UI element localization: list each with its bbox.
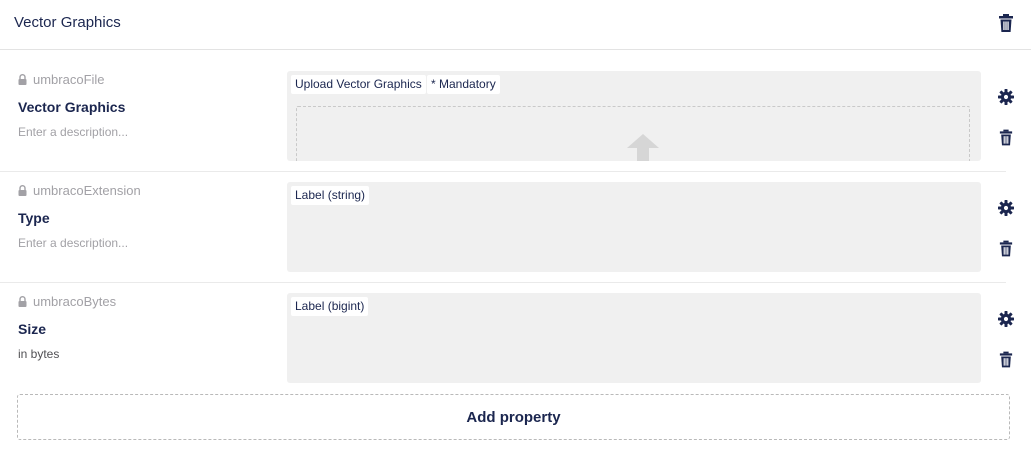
- group-delete-trash-icon[interactable]: [998, 14, 1014, 32]
- editor-label-chip: Upload Vector Graphics: [291, 75, 426, 94]
- lock-icon: [18, 184, 27, 196]
- lock-icon: [18, 295, 27, 307]
- property-row-umbracobytes: umbracoBytes Size in bytes Label (bigint…: [0, 283, 1031, 394]
- add-property-button[interactable]: Add property: [17, 394, 1010, 440]
- property-editor-preview[interactable]: Label (string): [287, 182, 981, 272]
- property-description[interactable]: Enter a description...: [18, 125, 128, 139]
- property-alias: umbracoExtension: [33, 182, 141, 198]
- settings-gear-icon[interactable]: [998, 200, 1014, 216]
- property-editor-preview[interactable]: Upload Vector Graphics * Mandatory: [287, 71, 981, 161]
- group-header: Vector Graphics: [0, 0, 1031, 50]
- property-name[interactable]: Vector Graphics: [18, 99, 125, 115]
- editor-label-chip: Label (string): [291, 186, 370, 205]
- alias-line: umbracoFile: [18, 71, 105, 87]
- property-description[interactable]: Enter a description...: [18, 236, 128, 250]
- alias-line: umbracoExtension: [18, 182, 141, 198]
- settings-gear-icon[interactable]: [998, 311, 1014, 327]
- settings-gear-icon[interactable]: [998, 89, 1014, 105]
- upload-arrow-icon: [627, 134, 659, 161]
- property-name[interactable]: Type: [18, 210, 50, 226]
- property-name[interactable]: Size: [18, 321, 46, 337]
- property-row-umbracofile: umbracoFile Vector Graphics Enter a desc…: [0, 61, 1031, 172]
- mandatory-chip: * Mandatory: [427, 75, 500, 94]
- property-row-umbracoextension: umbracoExtension Type Enter a descriptio…: [0, 172, 1031, 283]
- property-alias: umbracoBytes: [33, 293, 117, 309]
- lock-icon: [18, 73, 27, 85]
- delete-trash-icon[interactable]: [999, 240, 1013, 257]
- editor-label-chip: Label (bigint): [291, 297, 369, 316]
- group-title[interactable]: Vector Graphics: [14, 14, 121, 31]
- alias-line: umbracoBytes: [18, 293, 116, 309]
- property-editor-preview[interactable]: Label (bigint): [287, 293, 981, 383]
- delete-trash-icon[interactable]: [999, 351, 1013, 368]
- upload-dropzone: [296, 106, 970, 161]
- property-description[interactable]: in bytes: [18, 347, 59, 361]
- property-alias: umbracoFile: [33, 71, 105, 87]
- delete-trash-icon[interactable]: [999, 129, 1013, 146]
